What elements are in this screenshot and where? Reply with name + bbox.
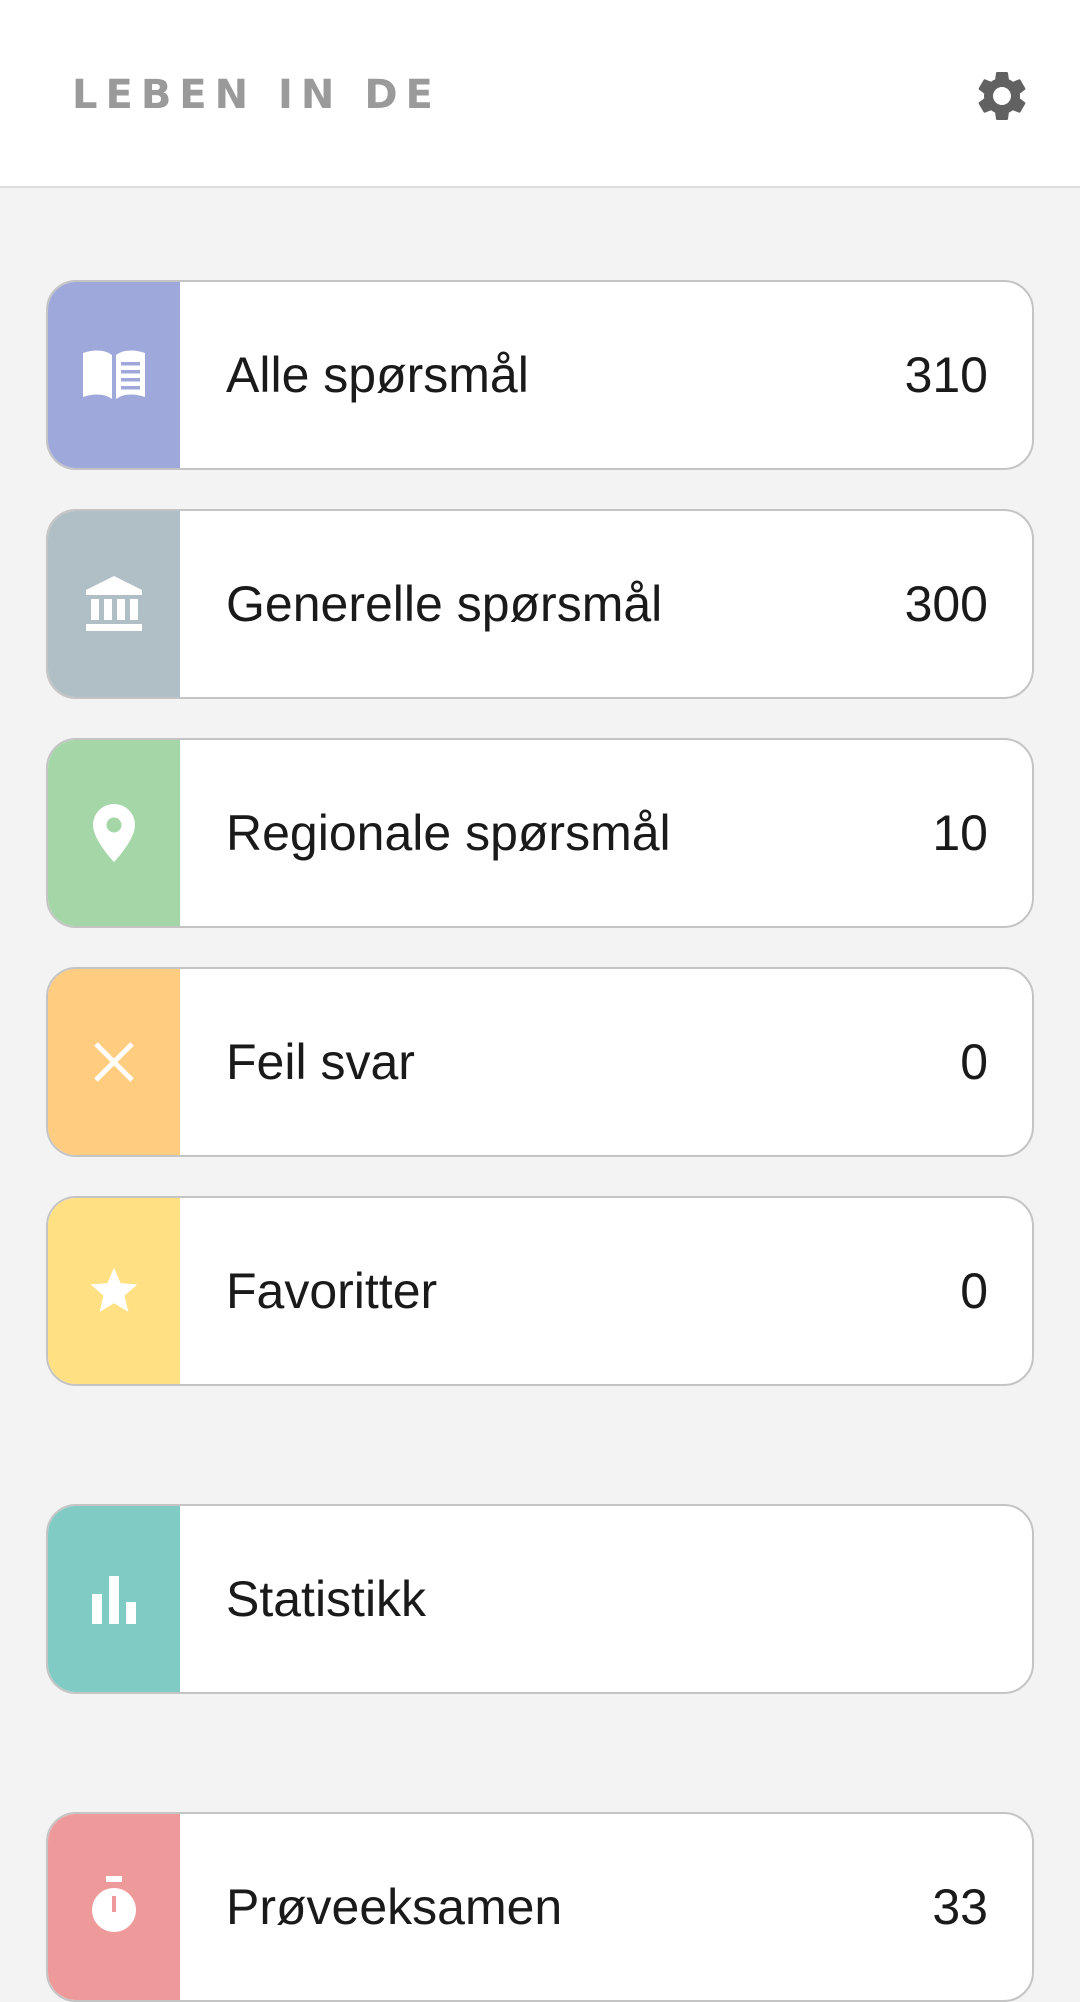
menu-item-count: 0: [960, 1034, 988, 1090]
menu-item-label: Regionale spørsmål: [226, 805, 671, 861]
star-icon: [48, 1198, 180, 1384]
menu-item-count: 10: [932, 805, 988, 861]
menu-item-general-questions[interactable]: Generelle spørsmål 300: [46, 509, 1034, 699]
menu-item-practice-exam[interactable]: Prøveeksamen 33: [46, 1812, 1034, 2002]
app-header: LEBEN IN DE: [0, 0, 1080, 188]
stopwatch-icon: [48, 1814, 180, 2000]
menu-item-label: Generelle spørsmål: [226, 576, 663, 632]
menu-item-count: 300: [904, 576, 988, 632]
menu-item-count: 310: [904, 347, 988, 403]
menu-item-all-questions[interactable]: Alle spørsmål 310: [46, 280, 1034, 470]
location-pin-icon: [48, 740, 180, 926]
menu-item-label: Alle spørsmål: [226, 347, 529, 403]
book-icon: [48, 282, 180, 468]
institution-icon: [48, 511, 180, 697]
menu-item-statistics[interactable]: Statistikk: [46, 1504, 1034, 1694]
menu-item-count: 0: [960, 1263, 988, 1319]
menu-item-regional-questions[interactable]: Regionale spørsmål 10: [46, 738, 1034, 928]
bar-chart-icon: [48, 1506, 180, 1692]
gear-icon: [978, 72, 1026, 120]
menu-item-label: Feil svar: [226, 1034, 415, 1090]
close-icon: [48, 969, 180, 1155]
menu-item-favorites[interactable]: Favoritter 0: [46, 1196, 1034, 1386]
menu-item-label: Statistikk: [226, 1571, 427, 1627]
menu-item-label: Favoritter: [226, 1263, 438, 1319]
settings-gear-icon[interactable]: [972, 66, 1032, 126]
app-title: LEBEN IN DE: [72, 72, 441, 118]
menu-item-count: 33: [932, 1879, 988, 1935]
menu-item-wrong-answers[interactable]: Feil svar 0: [46, 967, 1034, 1157]
menu-item-label: Prøveeksamen: [226, 1879, 563, 1935]
